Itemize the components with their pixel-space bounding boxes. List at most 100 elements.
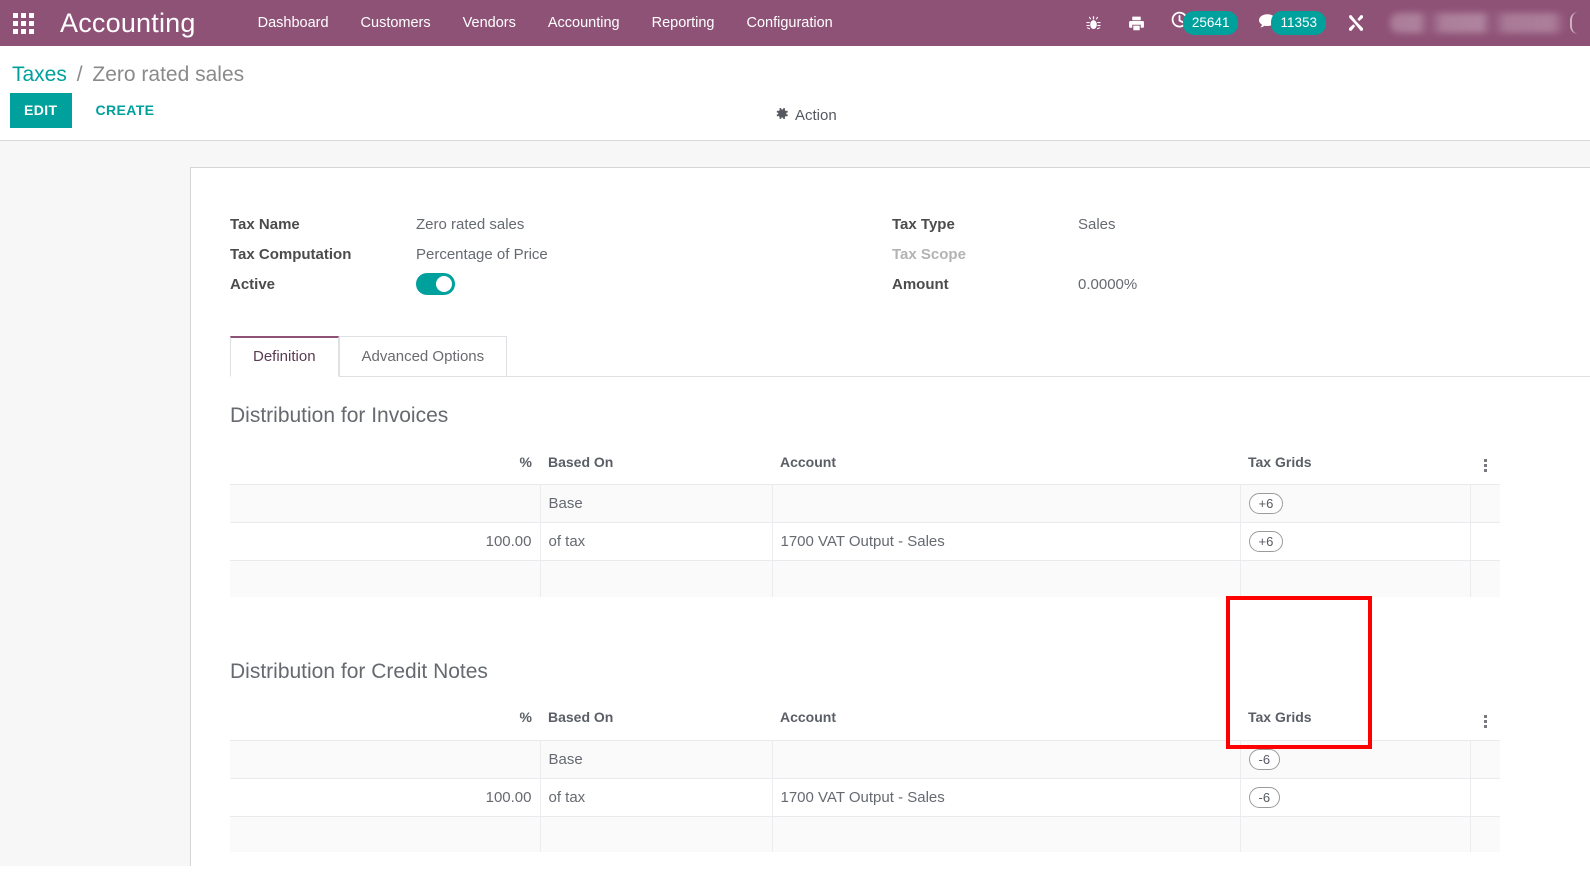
table-row[interactable]: 100.00 of tax 1700 VAT Output - Sales -6 bbox=[230, 778, 1500, 817]
column-options-toggle[interactable] bbox=[1470, 445, 1500, 485]
breadcrumb-separator: / bbox=[76, 63, 83, 86]
column-header-account[interactable]: Account bbox=[772, 701, 1240, 741]
field-label-active: Active bbox=[230, 275, 276, 293]
activities-badge: 25641 bbox=[1182, 11, 1239, 35]
menu-item-vendors[interactable]: Vendors bbox=[447, 0, 532, 46]
menu-item-accounting[interactable]: Accounting bbox=[532, 0, 636, 46]
distribution-invoices-table: % Based On Account Tax Grids Base +6 100… bbox=[230, 445, 1500, 597]
column-header-based-on[interactable]: Based On bbox=[540, 445, 772, 485]
table-row[interactable]: 100.00 of tax 1700 VAT Output - Sales +6 bbox=[230, 522, 1500, 561]
cell-tax-grids[interactable]: -6 bbox=[1240, 778, 1471, 817]
menu-item-configuration[interactable]: Configuration bbox=[730, 0, 848, 46]
cell-percent[interactable] bbox=[230, 739, 541, 779]
breadcrumb-parent-taxes[interactable]: Taxes bbox=[12, 63, 67, 86]
cell-empty bbox=[1470, 560, 1500, 597]
field-value-tax-name[interactable]: Zero rated sales bbox=[416, 216, 524, 233]
apps-grid-icon[interactable] bbox=[0, 0, 46, 46]
cell-tax-grids[interactable]: -6 bbox=[1240, 739, 1471, 779]
table-row-empty bbox=[230, 560, 1500, 597]
cell-empty bbox=[1240, 816, 1471, 852]
field-label-tax-type: Tax Type bbox=[892, 215, 955, 233]
cell-row-menu[interactable] bbox=[1470, 778, 1500, 817]
column-header-tax-grids[interactable]: Tax Grids bbox=[1240, 701, 1470, 741]
active-toggle-switch[interactable] bbox=[416, 273, 455, 295]
cell-empty bbox=[230, 816, 541, 852]
bug-icon[interactable] bbox=[1072, 0, 1115, 46]
tax-grid-tag[interactable]: +6 bbox=[1248, 531, 1284, 552]
cell-percent[interactable]: 100.00 bbox=[230, 778, 541, 817]
cell-account[interactable]: 1700 VAT Output - Sales bbox=[772, 778, 1241, 817]
cell-row-menu[interactable] bbox=[1470, 522, 1500, 561]
field-amount: Amount 0.0000% bbox=[892, 269, 1512, 299]
tab-advanced-options[interactable]: Advanced Options bbox=[338, 336, 508, 377]
column-header-tax-grids[interactable]: Tax Grids bbox=[1240, 445, 1470, 485]
user-company-name[interactable] bbox=[1390, 13, 1566, 33]
field-label-tax-computation: Tax Computation bbox=[230, 245, 352, 263]
tax-grid-tag[interactable]: -6 bbox=[1248, 786, 1281, 808]
edit-button[interactable]: EDIT bbox=[10, 92, 72, 128]
cell-tax-grids[interactable]: +6 bbox=[1240, 484, 1471, 523]
create-button[interactable]: CREATE bbox=[82, 93, 169, 128]
field-label-tax-scope: Tax Scope bbox=[892, 245, 966, 263]
table-header-row: % Based On Account Tax Grids bbox=[230, 445, 1500, 485]
cell-account[interactable] bbox=[772, 484, 1241, 523]
tax-grid-tag[interactable]: -6 bbox=[1248, 748, 1281, 770]
cell-based-on[interactable]: of tax bbox=[540, 778, 773, 817]
action-menu-label: Action bbox=[795, 107, 837, 124]
column-options-toggle[interactable] bbox=[1470, 701, 1500, 741]
form-fields: Tax Name Zero rated sales Tax Computatio… bbox=[230, 209, 1560, 307]
cell-based-on[interactable]: Base bbox=[540, 739, 773, 779]
menu-item-reporting[interactable]: Reporting bbox=[636, 0, 731, 46]
cell-percent[interactable]: 100.00 bbox=[230, 522, 541, 561]
main-menu: Dashboard Customers Vendors Accounting R… bbox=[242, 0, 849, 46]
avatar[interactable] bbox=[1570, 12, 1578, 34]
menu-item-dashboard[interactable]: Dashboard bbox=[242, 0, 345, 46]
field-value-amount[interactable]: 0.0000% bbox=[1078, 276, 1137, 293]
vertical-dots-icon[interactable] bbox=[1482, 457, 1489, 474]
control-panel: Taxes / Zero rated sales EDIT CREATE Act… bbox=[0, 46, 1590, 141]
field-value-tax-type[interactable]: Sales bbox=[1078, 216, 1116, 233]
action-menu-button[interactable]: Action bbox=[772, 102, 839, 129]
cell-based-on[interactable]: of tax bbox=[540, 522, 773, 561]
cell-empty bbox=[540, 560, 773, 597]
cell-empty bbox=[772, 816, 1241, 852]
cell-row-menu[interactable] bbox=[1470, 739, 1500, 779]
control-panel-buttons: EDIT CREATE Action bbox=[0, 92, 1590, 140]
table-header-invoices: % Based On Account Tax Grids bbox=[230, 445, 1500, 485]
messages-counter[interactable]: 11353 bbox=[1246, 0, 1334, 46]
table-header-credit-notes: % Based On Account Tax Grids bbox=[230, 701, 1500, 741]
table-header-row: % Based On Account Tax Grids bbox=[230, 701, 1500, 741]
vertical-dots-icon[interactable] bbox=[1482, 713, 1489, 730]
cell-row-menu[interactable] bbox=[1470, 484, 1500, 523]
form-sheet: Tax Name Zero rated sales Tax Computatio… bbox=[190, 167, 1590, 866]
cell-based-on[interactable]: Base bbox=[540, 484, 773, 523]
table-row[interactable]: Base +6 bbox=[230, 484, 1500, 523]
menu-item-customers[interactable]: Customers bbox=[345, 0, 447, 46]
form-view-area: Tax Name Zero rated sales Tax Computatio… bbox=[0, 141, 1590, 866]
field-value-tax-computation[interactable]: Percentage of Price bbox=[416, 246, 548, 263]
wrench-icon[interactable] bbox=[1334, 0, 1378, 46]
tab-definition[interactable]: Definition bbox=[230, 336, 339, 377]
cell-tax-grids[interactable]: +6 bbox=[1240, 522, 1471, 561]
cell-percent[interactable] bbox=[230, 484, 541, 523]
printer-icon[interactable] bbox=[1115, 0, 1158, 46]
column-header-based-on[interactable]: Based On bbox=[540, 701, 772, 741]
activities-counter[interactable]: 25641 bbox=[1158, 0, 1247, 46]
column-header-percent[interactable]: % bbox=[230, 701, 540, 741]
table-row[interactable]: Base -6 bbox=[230, 739, 1500, 779]
field-label-amount: Amount bbox=[892, 275, 949, 293]
toggle-knob bbox=[436, 276, 452, 292]
table-body-invoices: Base +6 100.00 of tax 1700 VAT Output - … bbox=[230, 484, 1500, 597]
notebook-tabs: Definition Advanced Options bbox=[230, 335, 1590, 377]
tax-grid-tag[interactable]: +6 bbox=[1248, 493, 1284, 514]
cell-empty bbox=[1470, 816, 1500, 852]
distribution-for-credit-notes-section: Distribution for Credit Notes % Based On… bbox=[230, 659, 1590, 852]
column-header-account[interactable]: Account bbox=[772, 445, 1240, 485]
cell-account[interactable]: 1700 VAT Output - Sales bbox=[772, 522, 1241, 561]
form-column-right: Tax Type Sales Tax Scope Amount 0.0000% bbox=[892, 209, 1512, 299]
field-tax-name: Tax Name Zero rated sales bbox=[230, 209, 850, 239]
app-brand-title[interactable]: Accounting bbox=[60, 8, 196, 39]
cell-account[interactable] bbox=[772, 739, 1241, 779]
column-header-percent[interactable]: % bbox=[230, 445, 540, 485]
top-navbar: Accounting Dashboard Customers Vendors A… bbox=[0, 0, 1590, 46]
